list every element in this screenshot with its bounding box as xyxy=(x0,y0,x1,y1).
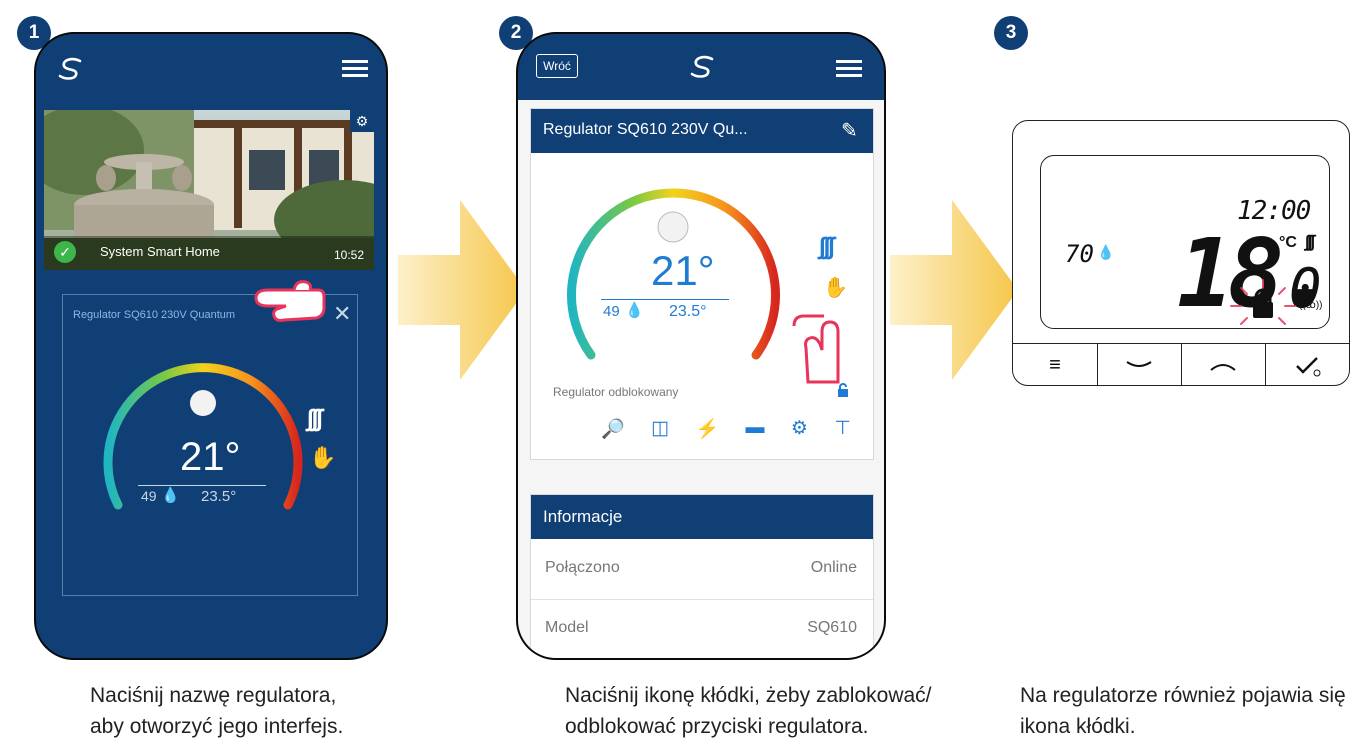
back-button[interactable]: Wróć xyxy=(536,54,578,78)
close-icon[interactable]: ✕ xyxy=(333,301,351,327)
humidity-drop-icon: 💧 xyxy=(625,302,644,319)
current-temperature: 23.5° xyxy=(669,303,707,320)
edit-pencil-icon[interactable]: ✎ xyxy=(841,118,858,143)
caption-line: Naciśnij nazwę regulatora, xyxy=(90,684,337,707)
heating-icon: ∫∫∫ xyxy=(307,405,323,432)
toolbar: 🔎 ◫ ⚡ ▬ ⚙ ⊤ xyxy=(601,417,851,443)
location-name: System Smart Home xyxy=(100,244,220,259)
hamburger-menu-icon[interactable] xyxy=(836,58,864,78)
plug-icon[interactable]: ⚡ xyxy=(695,417,719,443)
dial-knob[interactable] xyxy=(657,211,689,243)
thermostat-device: 12:00 70 💧 18. 0 °C ∫∫∫ ((ꝏ)) ≡ xyxy=(1012,120,1350,386)
step-caption-1: Naciśnij nazwę regulatora, aby otworzyć … xyxy=(90,680,390,742)
phone-screen-2: Wróć Regulator SQ610 230V Qu... ✎ 21° 49… xyxy=(516,32,886,660)
humidity-readout: 70 xyxy=(1065,240,1094,268)
window-icon[interactable]: ◫ xyxy=(651,417,669,443)
display-icon[interactable]: ▬ xyxy=(746,417,765,443)
heating-icon: ∫∫∫ xyxy=(819,233,835,260)
down-button[interactable] xyxy=(1097,344,1182,385)
setpoint-value: 21° xyxy=(180,435,241,479)
chevron-down-icon xyxy=(1126,361,1152,367)
lcd-display: 12:00 70 💧 18. 0 °C ∫∫∫ ((ꝏ)) xyxy=(1040,155,1335,329)
humidity-drop-icon: 💧 xyxy=(161,487,180,504)
unit-celsius: °C xyxy=(1279,234,1297,251)
dial-knob[interactable] xyxy=(190,390,216,416)
location-time: 10:52 xyxy=(334,248,365,262)
caption-line: Naciśnij ikonę kłódki, żeby zablokować/ xyxy=(565,684,932,707)
menu-button[interactable]: ≡ xyxy=(1013,344,1098,385)
button-bar: ≡ xyxy=(1013,343,1349,385)
info-row-label: Połączono xyxy=(545,559,620,576)
dial-divider xyxy=(138,485,266,486)
setpoint-value: 21° xyxy=(651,247,715,294)
chevron-up-icon xyxy=(1210,364,1236,371)
device-card[interactable]: Regulator SQ610 230V Quantum ✕ 21° 49 💧 … xyxy=(62,294,358,596)
caption-line: aby otworzyć jego interfejs. xyxy=(90,715,344,738)
humidity-value: 49 xyxy=(603,303,620,320)
confirm-button[interactable] xyxy=(1265,344,1349,385)
info-row-label: Model xyxy=(545,619,589,636)
pin-icon[interactable]: ⊤ xyxy=(834,417,851,443)
device-title: Regulator SQ610 230V Qu... xyxy=(543,121,748,138)
tap-hand-pointer-icon xyxy=(246,272,326,332)
lock-icon xyxy=(1230,279,1296,325)
arrow-right-icon-2 xyxy=(890,200,1018,380)
device-panel: Regulator SQ610 230V Qu... ✎ 21° 49 💧 23… xyxy=(530,108,874,460)
info-header: Informacje xyxy=(531,495,873,539)
step-caption-3: Na regulatorze również pojawia się ikona… xyxy=(1020,680,1360,742)
manual-mode-hand-icon[interactable]: ✋ xyxy=(309,445,336,471)
up-button[interactable] xyxy=(1181,344,1266,385)
info-row: Połączono Online xyxy=(531,539,873,600)
tap-hand-pointer-icon xyxy=(786,296,856,386)
info-header-title: Informacje xyxy=(543,507,623,526)
check-power-icon xyxy=(1296,357,1321,377)
humidity-drop-icon: 💧 xyxy=(1097,244,1115,260)
heating-icon: ∫∫∫ xyxy=(1305,232,1315,251)
schedule-icon[interactable]: 🔎 xyxy=(601,417,625,443)
info-row-value: SQ610 xyxy=(807,619,857,636)
status-text: Regulator odblokowany xyxy=(553,385,679,399)
current-temperature: 23.5° xyxy=(201,488,237,505)
info-panel: Informacje Połączono Online Model SQ610 xyxy=(530,494,874,658)
info-row-value: Online xyxy=(810,559,857,576)
app-logo-icon[interactable] xyxy=(54,56,88,82)
phone-screen-1: ⚙ ✓ System Smart Home 10:52 Regulator SQ… xyxy=(34,32,388,660)
caption-line: odblokować przyciski regulatora. xyxy=(565,715,869,738)
hamburger-menu-icon[interactable] xyxy=(342,58,370,78)
step-badge-3: 3 xyxy=(994,16,1028,50)
device-header: Regulator SQ610 230V Qu... ✎ xyxy=(531,109,873,153)
caption-line: Na regulatorze również pojawia się xyxy=(1020,684,1346,707)
caption-line: ikona kłódki. xyxy=(1020,715,1136,738)
humidity-value: 49 xyxy=(141,488,157,504)
arrow-right-icon-1 xyxy=(398,200,526,380)
settings-gear-icon[interactable]: ⚙ xyxy=(350,110,374,132)
location-card[interactable]: ⚙ ✓ System Smart Home 10:52 xyxy=(44,110,374,270)
settings-gear-icon[interactable]: ⚙ xyxy=(791,417,808,443)
step-caption-2: Naciśnij ikonę kłódki, żeby zablokować/ … xyxy=(565,680,955,742)
online-check-icon: ✓ xyxy=(54,241,76,263)
info-row: Model SQ610 xyxy=(531,599,873,658)
dial-divider xyxy=(601,299,729,300)
app-logo-icon[interactable] xyxy=(686,54,720,80)
